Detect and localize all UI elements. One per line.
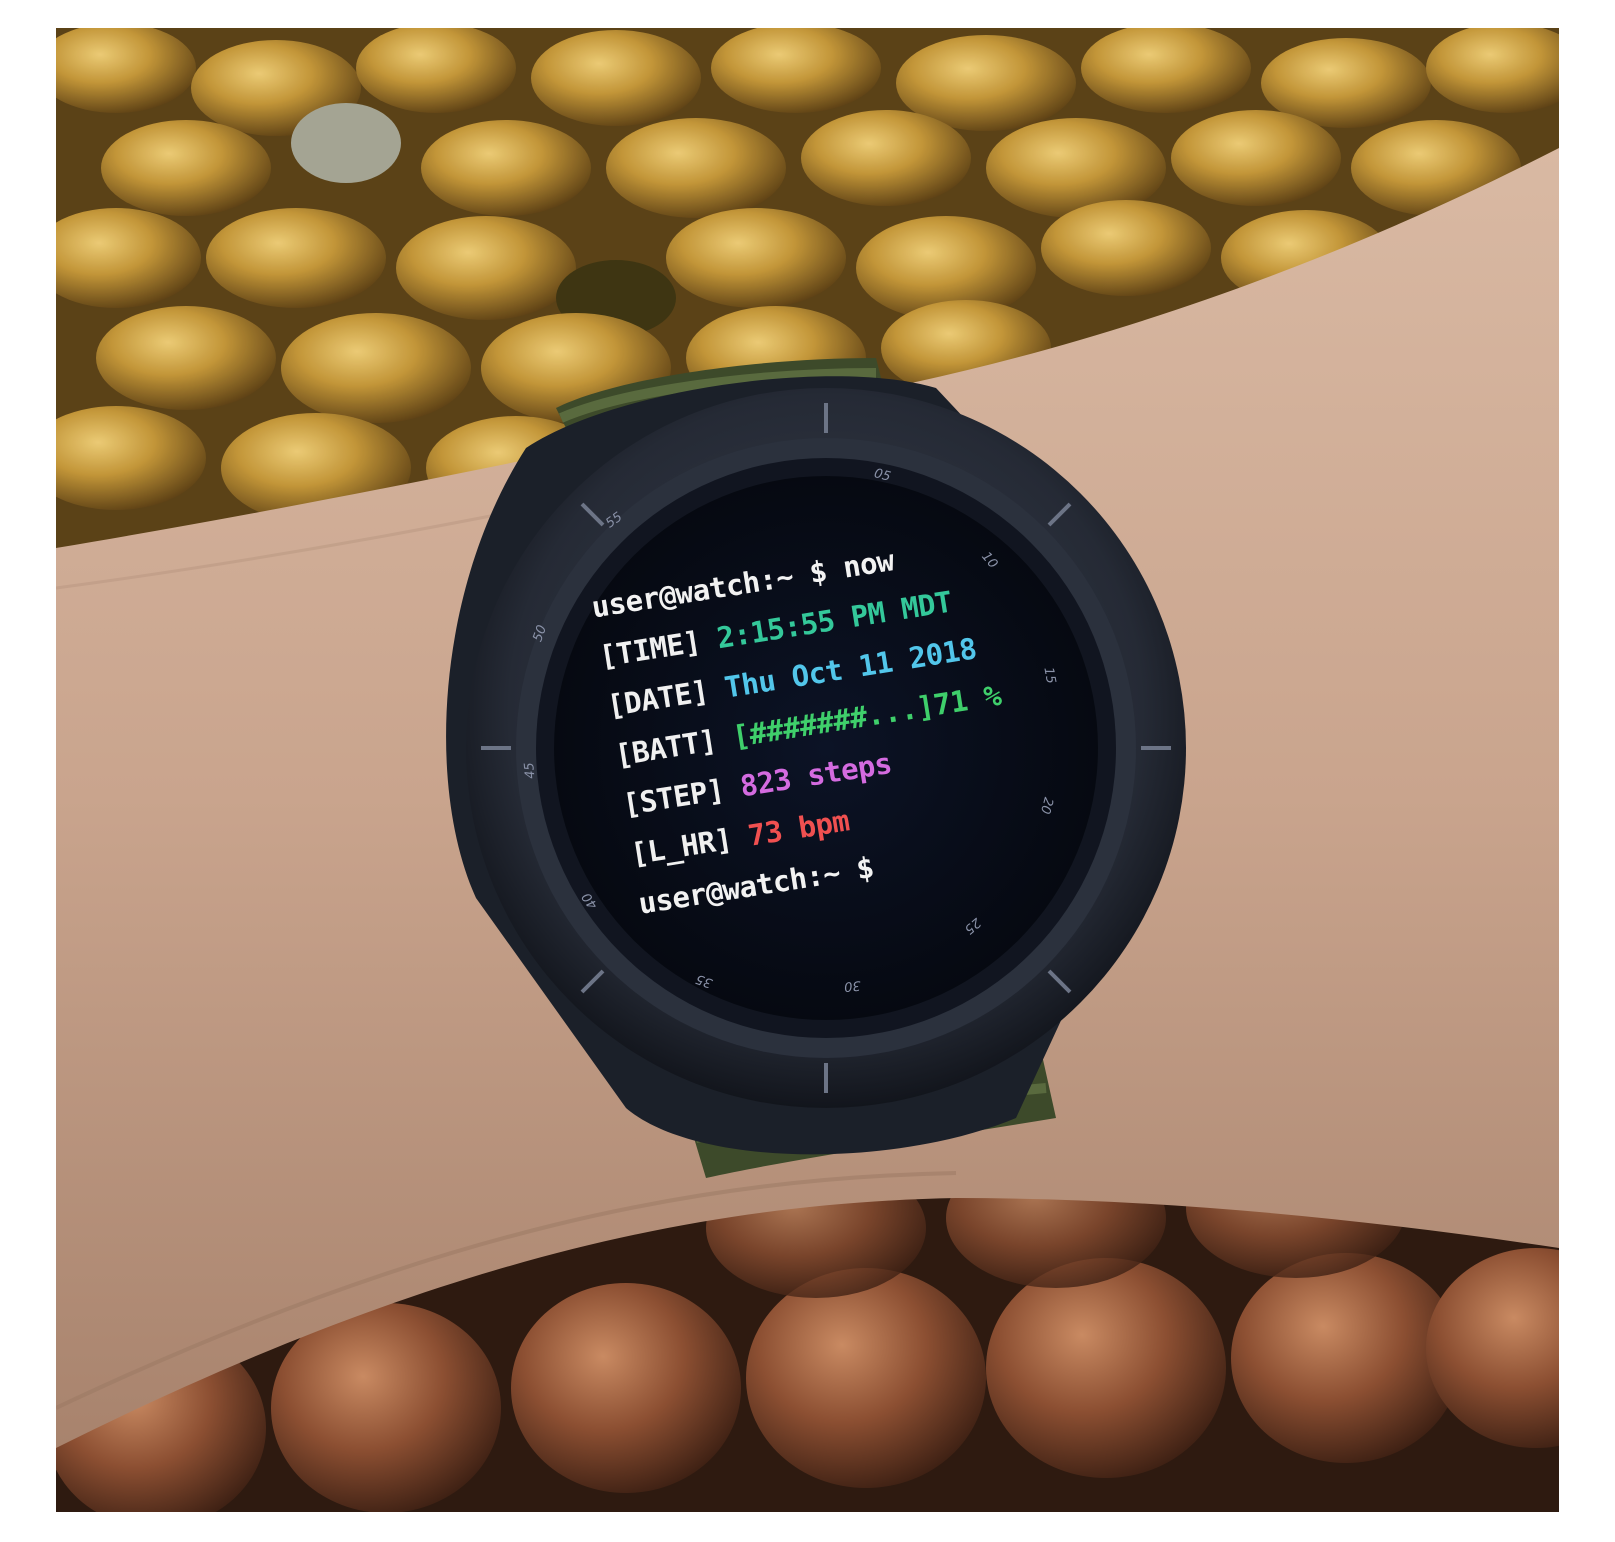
scene-background — [56, 28, 1559, 1512]
photo: 55 05 10 15 20 25 30 35 40 45 50 user@wa… — [56, 28, 1559, 1512]
watch-screen — [554, 476, 1098, 1020]
